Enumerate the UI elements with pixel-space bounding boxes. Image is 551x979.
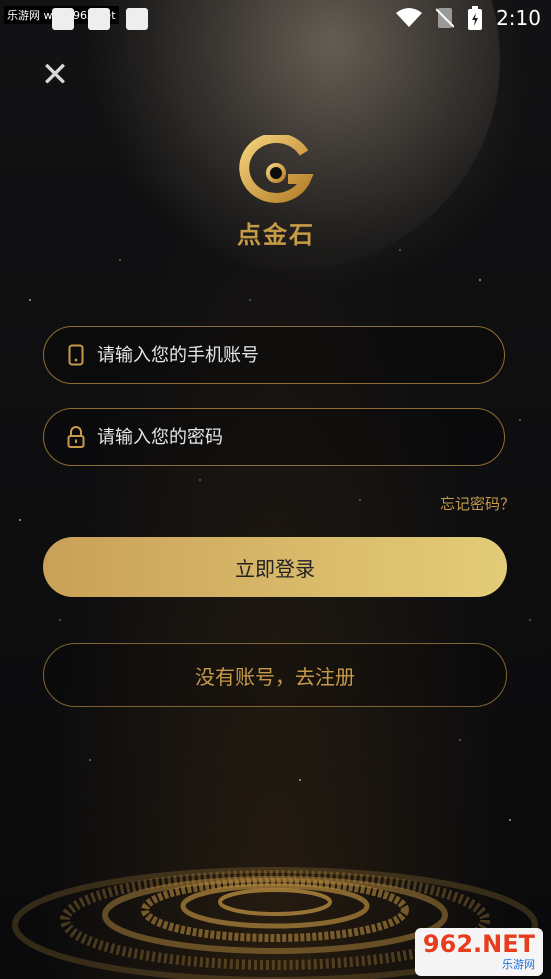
login-button[interactable]: 立即登录	[43, 537, 507, 597]
forgot-password-link[interactable]: 忘记密码？	[440, 493, 515, 514]
clock-time: 2:10	[496, 6, 541, 30]
brand-name: 点金石	[237, 221, 315, 249]
site-watermark-badge: 962.NET 乐游网	[414, 928, 543, 976]
wifi-icon	[396, 8, 423, 27]
password-field[interactable]	[43, 408, 505, 466]
phone-input[interactable]	[95, 343, 479, 367]
phone-icon	[65, 344, 87, 366]
register-button[interactable]: 没有账号，去注册	[43, 643, 507, 707]
site-name: 乐游网	[502, 958, 535, 971]
app-logo: 点金石	[226, 132, 326, 249]
status-bar: 乐游网 www.962.net 2:10	[0, 0, 551, 40]
phone-field[interactable]	[43, 326, 505, 384]
brand-g-icon	[239, 132, 314, 203]
battery-icon	[468, 6, 483, 30]
lock-icon	[65, 426, 87, 448]
notification-icon	[52, 8, 74, 30]
no-sim-icon	[436, 8, 455, 28]
close-icon[interactable]: ✕	[38, 58, 72, 92]
password-input[interactable]	[95, 425, 479, 449]
site-number: 962.NET	[422, 930, 535, 958]
notification-icon	[126, 8, 148, 30]
notification-icon	[88, 8, 110, 30]
